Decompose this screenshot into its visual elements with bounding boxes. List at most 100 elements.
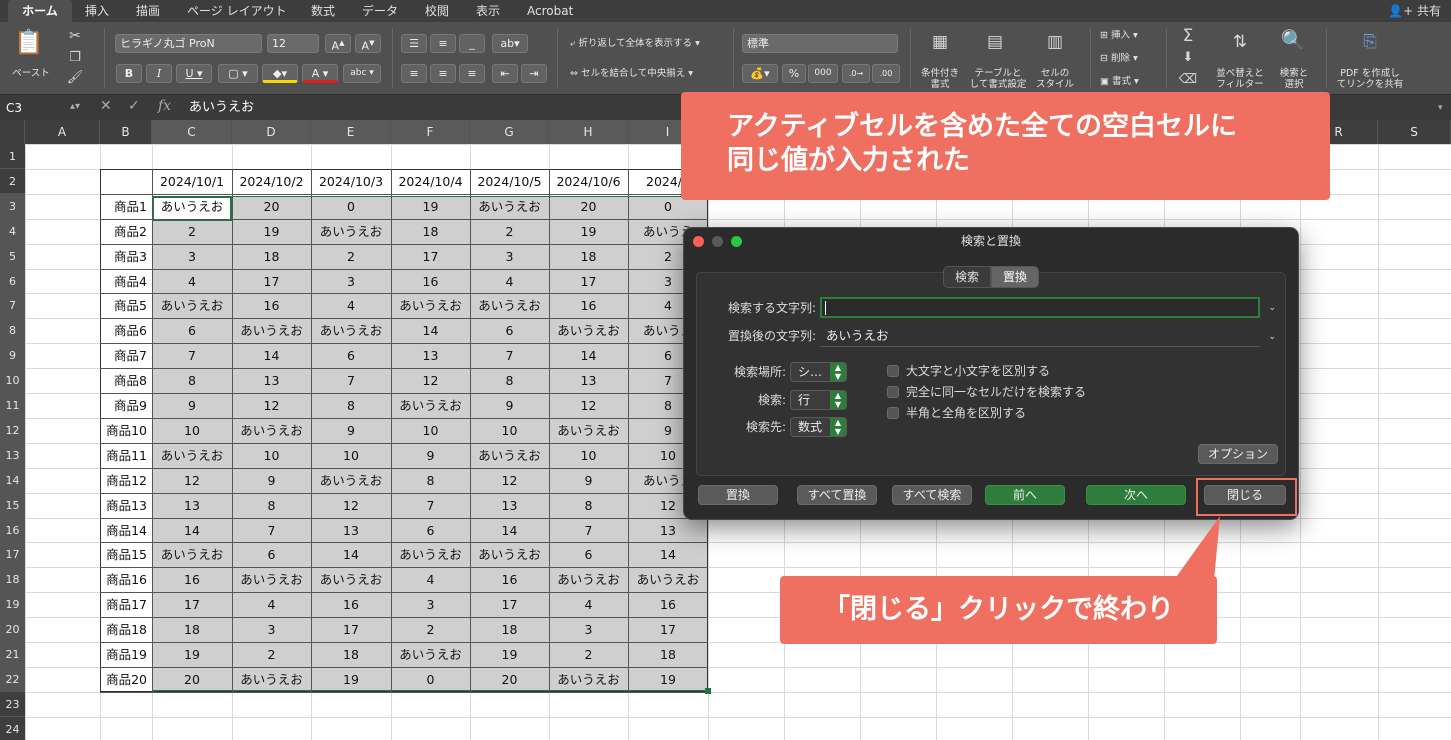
tab-view[interactable]: 表示 [476, 0, 500, 22]
whole-cell-checkbox[interactable] [887, 386, 899, 398]
row-header-22[interactable]: 22 [0, 666, 25, 692]
tab-acrobat[interactable]: Acrobat [527, 0, 573, 22]
tab-data[interactable]: データ [362, 0, 398, 22]
decrease-decimal-button[interactable]: .00 [872, 64, 900, 83]
tab-insert[interactable]: 挿入 [85, 0, 109, 22]
row-header-5[interactable]: 5 [0, 243, 25, 269]
format-cells-button[interactable]: ▣ 書式 ▾ [1100, 76, 1139, 87]
enter-icon[interactable]: ✓ [128, 98, 140, 114]
formula-input[interactable]: あいうえお [189, 99, 254, 117]
font-name-select[interactable]: ヒラギノ丸ゴ ProN [115, 34, 262, 53]
align-center-button[interactable]: ≡ [430, 64, 456, 83]
borders-button[interactable]: ▢ ▾ [218, 64, 258, 83]
grow-font-button[interactable]: A▲ [325, 34, 351, 53]
column-header-f[interactable]: F [391, 120, 470, 144]
row-header-21[interactable]: 21 [0, 642, 25, 667]
column-header-d[interactable]: D [232, 120, 311, 144]
row-header-18[interactable]: 18 [0, 567, 25, 593]
column-header-s[interactable]: S [1378, 120, 1451, 144]
row-header-1[interactable]: 1 [0, 144, 25, 169]
expand-formula-icon[interactable]: ▾ [1438, 103, 1443, 113]
fill-icon[interactable]: ⬇ [1178, 48, 1198, 68]
row-header-8[interactable]: 8 [0, 318, 25, 344]
within-select[interactable]: シ… ▲ ▼ [790, 362, 847, 382]
cancel-icon[interactable]: ✕ [100, 98, 112, 114]
align-left-button[interactable]: ≡ [401, 64, 427, 83]
tab-find[interactable]: 検索 [943, 266, 991, 288]
bold-button[interactable]: B [116, 64, 142, 83]
row-header-15[interactable]: 15 [0, 492, 25, 518]
autosum-icon[interactable]: Σ [1178, 26, 1198, 46]
tab-formulas[interactable]: 数式 [311, 0, 335, 22]
match-case-checkbox[interactable] [887, 365, 899, 377]
find-next-button[interactable]: 次へ [1086, 485, 1186, 505]
find-what-input[interactable] [820, 297, 1260, 318]
row-header-19[interactable]: 19 [0, 592, 25, 618]
column-header-h[interactable]: H [549, 120, 628, 144]
row-header-13[interactable]: 13 [0, 442, 25, 468]
insert-cells-button[interactable]: ⊞ 挿入 ▾ [1100, 30, 1138, 41]
cell-styles-icon[interactable]: ▥ [1035, 32, 1075, 52]
currency-button[interactable]: 💰▾ [742, 64, 778, 83]
comma-button[interactable]: 000 [808, 64, 838, 83]
column-header-a[interactable]: A [25, 120, 100, 144]
tab-replace[interactable]: 置換 [991, 266, 1039, 288]
format-as-table-icon[interactable]: ▤ [975, 32, 1015, 52]
tab-review[interactable]: 校閲 [425, 0, 449, 22]
row-header-3[interactable]: 3 [0, 193, 25, 219]
replace-all-button[interactable]: すべて置換 [797, 485, 877, 505]
find-select-icon[interactable]: 🔍 [1275, 30, 1311, 50]
wrap-text-button[interactable]: ⤶ 折り返して全体を表示する ▾ [570, 38, 700, 49]
column-header-e[interactable]: E [311, 120, 391, 144]
merge-center-button[interactable]: ⇔ セルを結合して中央揃え ▾ [570, 68, 693, 79]
sort-filter-icon[interactable]: ⇅ [1220, 32, 1260, 52]
orientation-button[interactable]: ab▾ [492, 34, 528, 53]
find-all-button[interactable]: すべて検索 [892, 485, 972, 505]
clear-icon[interactable]: ⌫ [1178, 70, 1198, 90]
shrink-font-button[interactable]: A▼ [355, 34, 381, 53]
match-width-checkbox[interactable] [887, 407, 899, 419]
paste-icon[interactable]: 📋 [14, 30, 44, 54]
row-header-24[interactable]: 24 [0, 716, 25, 740]
row-header-4[interactable]: 4 [0, 218, 25, 244]
find-history-icon[interactable]: ⌄ [1264, 298, 1276, 318]
search-order-select[interactable]: 行 ▲ ▼ [790, 390, 847, 410]
row-header-7[interactable]: 7 [0, 293, 25, 319]
number-format-select[interactable]: 標準 [742, 34, 898, 53]
replace-with-input[interactable]: あいうえお [820, 326, 1260, 347]
column-header-g[interactable]: G [470, 120, 549, 144]
pdf-share-icon[interactable]: ⎘ [1352, 32, 1388, 52]
align-top-button[interactable]: ☰ [401, 34, 427, 53]
percent-button[interactable]: % [782, 64, 806, 83]
row-header-20[interactable]: 20 [0, 617, 25, 643]
look-in-select[interactable]: 数式 ▲ ▼ [790, 417, 847, 437]
font-size-select[interactable]: 12 [267, 34, 319, 53]
font-color-button[interactable]: A ▾ [302, 64, 338, 83]
fill-handle[interactable] [705, 688, 711, 694]
column-header-c[interactable]: C [152, 120, 232, 144]
increase-decimal-button[interactable]: .0→ [842, 64, 870, 83]
function-icon[interactable]: fx [158, 98, 171, 114]
align-bottom-button[interactable]: _ [459, 34, 485, 53]
tab-home[interactable]: ホーム [8, 0, 72, 22]
italic-button[interactable]: I [146, 64, 172, 83]
replace-button[interactable]: 置換 [698, 485, 778, 505]
tab-draw[interactable]: 描画 [136, 0, 160, 22]
row-header-16[interactable]: 16 [0, 517, 25, 543]
delete-cells-button[interactable]: ⊟ 削除 ▾ [1100, 53, 1138, 64]
row-header-9[interactable]: 9 [0, 343, 25, 369]
phonetic-button[interactable]: abc ▾ [343, 64, 381, 83]
row-header-12[interactable]: 12 [0, 417, 25, 443]
increase-indent-button[interactable]: ⇥ [521, 64, 547, 83]
row-header-10[interactable]: 10 [0, 368, 25, 394]
fill-color-button[interactable]: ◆▾ [262, 64, 298, 83]
column-header-b[interactable]: B [100, 120, 152, 144]
tab-page-layout[interactable]: ページ レイアウト [187, 0, 287, 22]
align-right-button[interactable]: ≡ [459, 64, 485, 83]
row-header-17[interactable]: 17 [0, 542, 25, 568]
format-painter-icon[interactable]: 🖌 [66, 68, 84, 88]
replace-history-icon[interactable]: ⌄ [1264, 327, 1276, 347]
select-all-corner[interactable] [0, 120, 25, 144]
align-middle-button[interactable]: ≡ [430, 34, 456, 53]
copy-icon[interactable]: ❐ [66, 48, 84, 68]
